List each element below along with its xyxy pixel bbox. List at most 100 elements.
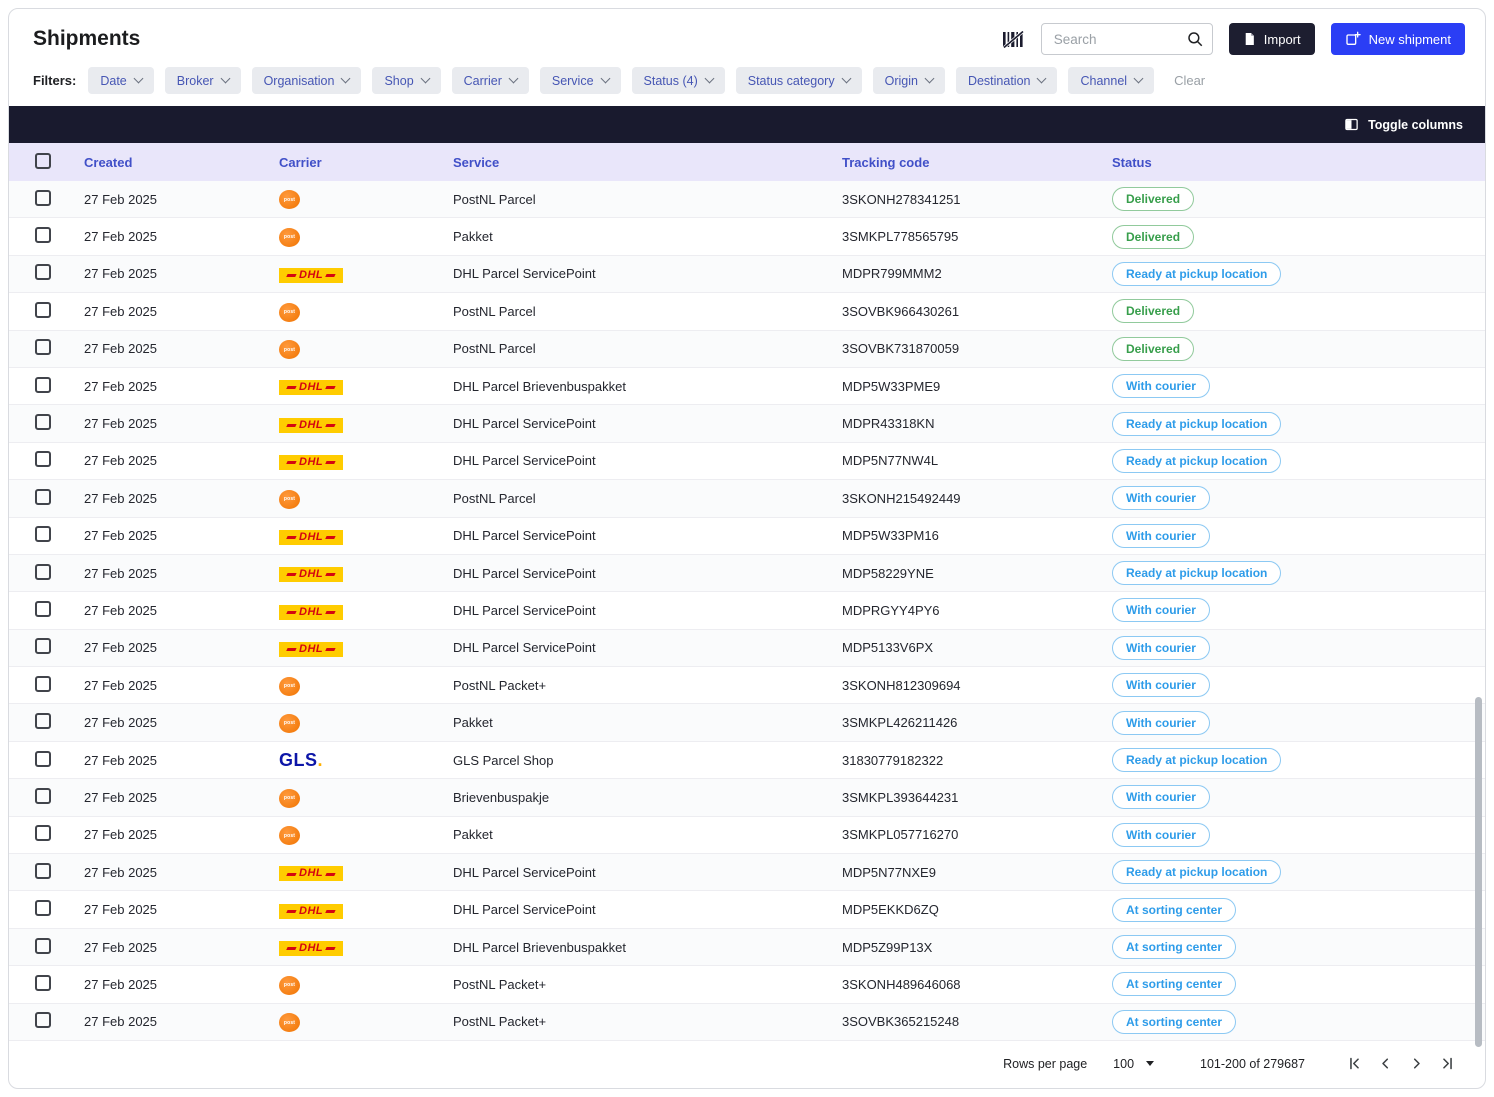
carrier-cell: post xyxy=(279,339,453,360)
rows-per-page-value: 100 xyxy=(1113,1057,1134,1071)
filter-chip[interactable]: Status (4) xyxy=(632,67,725,94)
filter-chip[interactable]: Channel xyxy=(1068,67,1154,94)
table-row: 27 Feb 2025 post Brievenbuspakje 3SMKPL3… xyxy=(9,779,1485,816)
next-page-button[interactable] xyxy=(1405,1052,1428,1075)
status-badge: Ready at pickup location xyxy=(1112,412,1281,436)
table-header-row: Created Carrier Service Tracking code St… xyxy=(9,143,1485,181)
row-checkbox[interactable] xyxy=(35,526,51,542)
chevron-down-icon xyxy=(1134,74,1144,84)
new-shipment-button[interactable]: New shipment xyxy=(1331,23,1465,55)
row-checkbox[interactable] xyxy=(35,788,51,804)
column-header-service[interactable]: Service xyxy=(453,155,842,170)
created-cell: 27 Feb 2025 xyxy=(84,753,279,768)
tracking-code-cell: MDPRGYY4PY6 xyxy=(842,603,1112,618)
table-row: 27 Feb 2025 post PostNL Packet+ 3SKONH81… xyxy=(9,667,1485,704)
toggle-columns-button[interactable]: Toggle columns xyxy=(1338,116,1469,133)
carrier-cell: post xyxy=(279,787,453,808)
tracking-code-cell: 3SKONH812309694 xyxy=(842,678,1112,693)
rows-per-page-select[interactable]: 100 xyxy=(1113,1057,1154,1071)
carrier-cell: DHL xyxy=(279,564,453,582)
carrier-cell: DHL xyxy=(279,265,453,283)
row-checkbox[interactable] xyxy=(35,451,51,467)
carrier-cell: post xyxy=(279,488,453,509)
select-all-checkbox[interactable] xyxy=(35,153,51,169)
service-cell: PostNL Packet+ xyxy=(453,977,842,992)
filter-chip[interactable]: Carrier xyxy=(452,67,529,94)
filter-chip[interactable]: Status category xyxy=(736,67,862,94)
previous-page-button[interactable] xyxy=(1374,1052,1397,1075)
postnl-logo: post xyxy=(279,677,300,696)
created-cell: 27 Feb 2025 xyxy=(84,603,279,618)
row-checkbox[interactable] xyxy=(35,601,51,617)
created-cell: 27 Feb 2025 xyxy=(84,715,279,730)
last-page-button[interactable] xyxy=(1436,1052,1459,1075)
status-badge: With courier xyxy=(1112,598,1210,622)
service-cell: PostNL Parcel xyxy=(453,192,842,207)
table-row: 27 Feb 2025 GLS. GLS Parcel Shop 3183077… xyxy=(9,742,1485,779)
filter-chip[interactable]: Destination xyxy=(956,67,1058,94)
filter-chip[interactable]: Origin xyxy=(873,67,945,94)
row-checkbox[interactable] xyxy=(35,1012,51,1028)
row-checkbox[interactable] xyxy=(35,975,51,991)
new-shipment-button-label: New shipment xyxy=(1369,32,1451,47)
status-badge: At sorting center xyxy=(1112,1010,1236,1034)
gls-logo: GLS. xyxy=(279,750,323,770)
chevron-down-icon xyxy=(420,74,430,84)
created-cell: 27 Feb 2025 xyxy=(84,790,279,805)
row-checkbox[interactable] xyxy=(35,938,51,954)
row-checkbox[interactable] xyxy=(35,863,51,879)
row-checkbox[interactable] xyxy=(35,564,51,580)
chevron-down-icon xyxy=(1037,74,1047,84)
status-badge: Delivered xyxy=(1112,187,1194,211)
postnl-logo: post xyxy=(279,303,300,322)
created-cell: 27 Feb 2025 xyxy=(84,266,279,281)
import-button[interactable]: Import xyxy=(1229,23,1315,55)
status-badge: Ready at pickup location xyxy=(1112,860,1281,884)
search-icon[interactable] xyxy=(1186,30,1204,53)
row-checkbox[interactable] xyxy=(35,264,51,280)
postnl-logo: post xyxy=(279,789,300,808)
first-page-button[interactable] xyxy=(1343,1052,1366,1075)
column-header-status[interactable]: Status xyxy=(1112,155,1485,170)
row-checkbox[interactable] xyxy=(35,414,51,430)
service-cell: PostNL Packet+ xyxy=(453,1014,842,1029)
row-checkbox[interactable] xyxy=(35,825,51,841)
row-checkbox[interactable] xyxy=(35,713,51,729)
vertical-scrollbar[interactable] xyxy=(1475,697,1482,1047)
carrier-cell: post xyxy=(279,226,453,247)
column-header-created[interactable]: Created xyxy=(84,155,279,170)
row-checkbox[interactable] xyxy=(35,489,51,505)
carrier-cell: DHL xyxy=(279,414,453,432)
row-checkbox[interactable] xyxy=(35,302,51,318)
row-checkbox[interactable] xyxy=(35,339,51,355)
filter-chip[interactable]: Service xyxy=(540,67,621,94)
row-checkbox[interactable] xyxy=(35,377,51,393)
carrier-cell: DHL xyxy=(279,901,453,919)
filter-chip[interactable]: Date xyxy=(88,67,153,94)
filter-chip[interactable]: Organisation xyxy=(252,67,362,94)
row-checkbox[interactable] xyxy=(35,751,51,767)
tracking-code-cell: MDP5N77NXE9 xyxy=(842,865,1112,880)
clear-filters-button[interactable]: Clear xyxy=(1174,73,1205,88)
barcode-scan-icon[interactable] xyxy=(1002,30,1025,49)
filter-chip[interactable]: Broker xyxy=(165,67,241,94)
service-cell: DHL Parcel ServicePoint xyxy=(453,865,842,880)
created-cell: 27 Feb 2025 xyxy=(84,453,279,468)
row-checkbox[interactable] xyxy=(35,227,51,243)
row-checkbox[interactable] xyxy=(35,900,51,916)
created-cell: 27 Feb 2025 xyxy=(84,192,279,207)
service-cell: DHL Parcel ServicePoint xyxy=(453,528,842,543)
column-header-tracking-code[interactable]: Tracking code xyxy=(842,155,1112,170)
row-checkbox[interactable] xyxy=(35,638,51,654)
row-checkbox[interactable] xyxy=(35,676,51,692)
created-cell: 27 Feb 2025 xyxy=(84,827,279,842)
filter-chip-label: Status (4) xyxy=(644,74,698,88)
pagination-range: 101-200 of 279687 xyxy=(1200,1057,1305,1071)
row-checkbox[interactable] xyxy=(35,190,51,206)
table-row: 27 Feb 2025 DHL DHL Parcel ServicePoint … xyxy=(9,854,1485,891)
service-cell: DHL Parcel ServicePoint xyxy=(453,603,842,618)
filter-chip[interactable]: Shop xyxy=(372,67,440,94)
table-row: 27 Feb 2025 post PostNL Parcel 3SOVBK731… xyxy=(9,331,1485,368)
column-header-carrier[interactable]: Carrier xyxy=(279,155,453,170)
postnl-logo: post xyxy=(279,1013,300,1032)
